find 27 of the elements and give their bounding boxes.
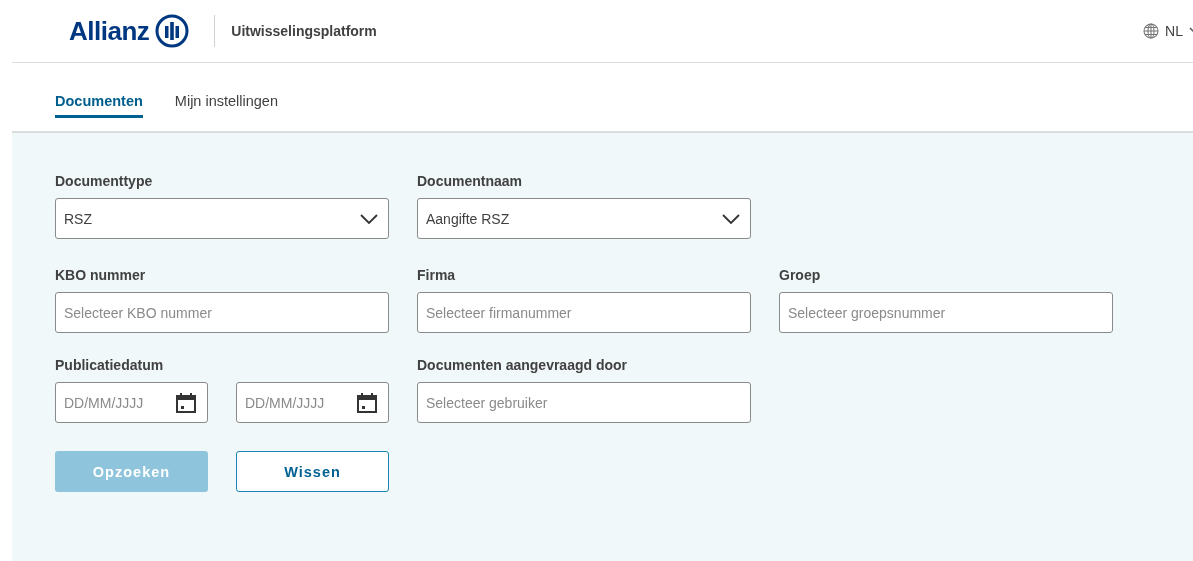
- input-field[interactable]: Selecteer gebruiker: [417, 382, 751, 423]
- logo-icon: [155, 14, 190, 48]
- input-field[interactable]: Selecteer groepsnummer: [779, 292, 1113, 333]
- field-label: Documenttype: [55, 173, 154, 191]
- field-label: Groep: [779, 267, 822, 285]
- calendar-icon: [175, 391, 197, 414]
- field-label: Firma: [417, 267, 457, 285]
- field-label: Documentnaam: [417, 173, 524, 191]
- chevron-down-icon: [360, 213, 378, 224]
- dropdown[interactable]: RSZ: [55, 198, 389, 239]
- input-field[interactable]: Selecteer firmanummer: [417, 292, 751, 333]
- clear-button[interactable]: Wissen: [236, 451, 389, 492]
- input-field[interactable]: Selecteer KBO nummer: [55, 292, 389, 333]
- dropdown[interactable]: Aangifte RSZ: [417, 198, 751, 239]
- language-selector[interactable]: NL: [1165, 23, 1183, 39]
- date-field[interactable]: DD/MM/JJJJ: [55, 382, 208, 423]
- tab[interactable]: Documenten: [55, 82, 143, 118]
- chevron-down-icon: [722, 213, 740, 224]
- globe-icon[interactable]: [1143, 23, 1160, 39]
- field-label: KBO nummer: [55, 267, 147, 285]
- app-title: Uitwisselingsplatform: [231, 23, 377, 39]
- date-field[interactable]: DD/MM/JJJJ: [236, 382, 389, 423]
- calendar-icon: [356, 391, 378, 414]
- brand-logo: Allianz: [69, 15, 150, 47]
- field-label: Documenten aangevraagd door: [417, 357, 629, 375]
- field-label: Publicatiedatum: [55, 357, 165, 375]
- tab[interactable]: Mijn instellingen: [174, 82, 278, 118]
